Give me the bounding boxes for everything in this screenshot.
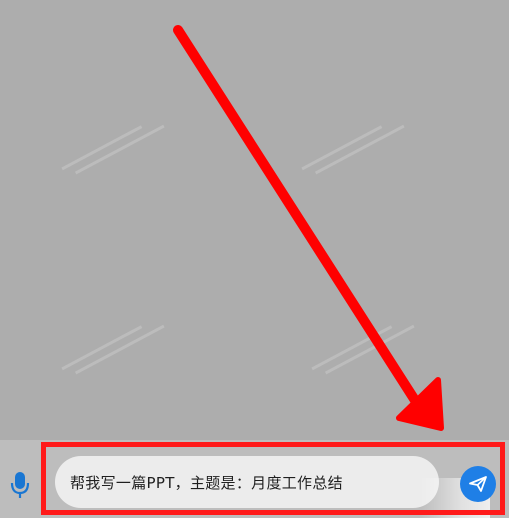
microphone-icon [10, 472, 30, 498]
arrow-head [396, 377, 444, 431]
watermark [57, 304, 183, 396]
watermark [57, 104, 183, 196]
paper-plane-icon [469, 476, 487, 492]
watermark [307, 304, 433, 396]
voice-input-button[interactable] [6, 468, 34, 502]
arrow-shaft [173, 25, 423, 410]
watermark [297, 104, 423, 196]
prompt-input[interactable]: 帮我写一篇PPT，主题是：月度工作总结 [55, 456, 439, 508]
send-button[interactable] [460, 466, 496, 502]
